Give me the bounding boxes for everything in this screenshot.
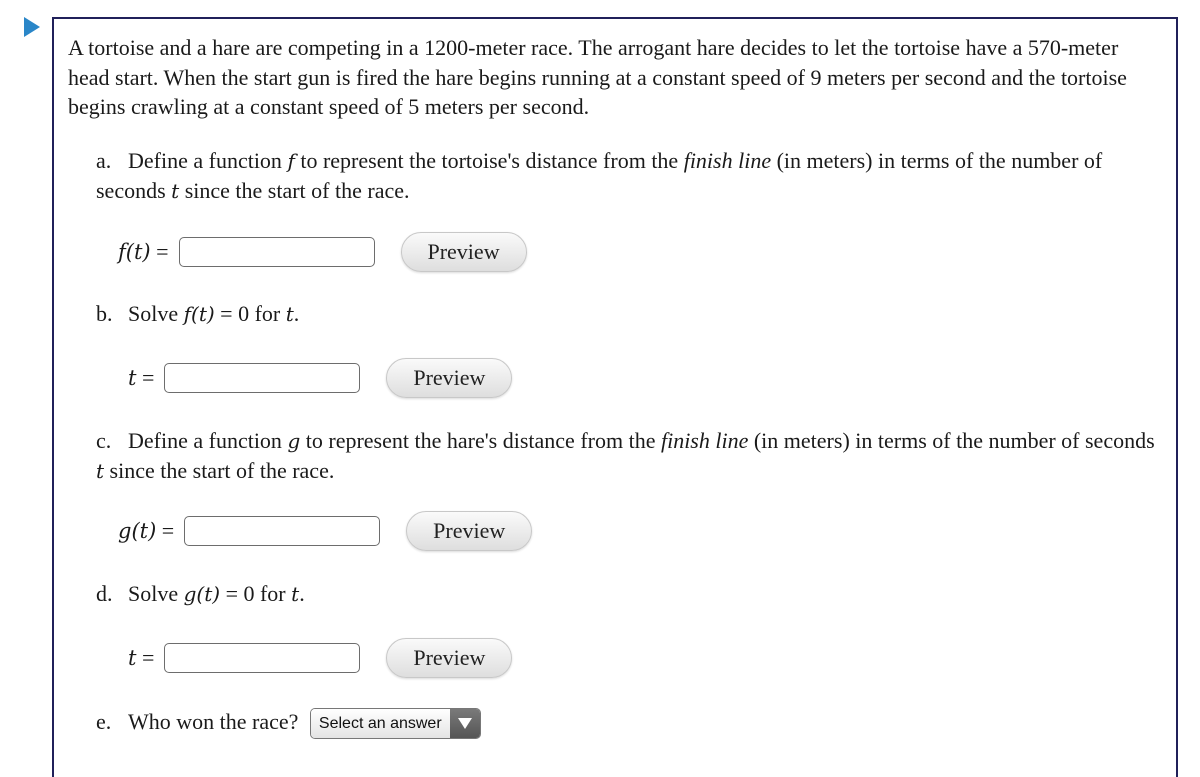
answer-label-g: g(t) = bbox=[118, 518, 174, 544]
part-e-prompt: e. Who won the race? Select an answer bbox=[96, 707, 1156, 740]
g-of-t-expr: g(t) bbox=[183, 582, 221, 606]
part-c-text: to represent the hare's distance from th… bbox=[305, 428, 656, 453]
part-d-prompt: d. Solve g(t) = 0 for t. bbox=[96, 579, 1156, 609]
part-b-text: = 0 for bbox=[220, 301, 281, 326]
emphasis-finish-line: finish line bbox=[660, 428, 749, 453]
var-f: f bbox=[287, 149, 295, 173]
part-e-letter: e. bbox=[96, 709, 112, 734]
t-input-d[interactable] bbox=[164, 643, 361, 673]
var-t: t bbox=[285, 302, 294, 326]
part-e-text: Who won the race? bbox=[128, 709, 299, 734]
answer-label-f: f(t) = bbox=[118, 239, 169, 265]
part-c-answer-row: g(t) = Preview bbox=[118, 511, 533, 551]
dropdown-arrow[interactable] bbox=[449, 709, 480, 739]
equals-sign: = bbox=[156, 239, 169, 264]
period: . bbox=[299, 581, 305, 606]
answer-label-t: t = bbox=[128, 645, 154, 671]
f-of-t-input[interactable] bbox=[178, 237, 375, 267]
winner-select-value[interactable]: Select an answer bbox=[310, 709, 450, 739]
part-a-answer-row: f(t) = Preview bbox=[118, 232, 527, 272]
preview-button-b[interactable]: Preview bbox=[386, 358, 513, 398]
part-a-text: since the start of the race. bbox=[184, 178, 410, 203]
part-b-text: Solve bbox=[128, 301, 179, 326]
part-b-prompt: b. Solve f(t) = 0 for t. bbox=[96, 299, 1156, 329]
equals-sign: = bbox=[141, 645, 155, 670]
t-label: t bbox=[128, 646, 137, 670]
part-a-prompt: a. Define a function f to represent the t… bbox=[96, 146, 1156, 206]
part-a-letter: a. bbox=[96, 148, 112, 173]
equals-sign: = bbox=[141, 365, 155, 390]
part-d-letter: d. bbox=[96, 581, 113, 606]
preview-button-d[interactable]: Preview bbox=[386, 638, 513, 678]
chevron-down-icon bbox=[457, 718, 472, 730]
preview-button-c[interactable]: Preview bbox=[406, 511, 533, 551]
var-g: g bbox=[287, 429, 301, 453]
t-label: t bbox=[128, 366, 137, 390]
part-d-text: = 0 for bbox=[225, 581, 286, 606]
part-c-text: since the start of the race. bbox=[109, 458, 335, 483]
answer-label-t: t = bbox=[128, 365, 154, 391]
preview-button-a[interactable]: Preview bbox=[400, 232, 527, 272]
part-a-text: Define a function bbox=[128, 148, 282, 173]
period: . bbox=[293, 301, 300, 326]
part-c-text: (in meters) in terms of the number of se… bbox=[753, 428, 1155, 453]
var-t: t bbox=[96, 459, 105, 483]
var-t: t bbox=[171, 179, 180, 203]
f-of-t: f(t) bbox=[118, 240, 151, 264]
var-t: t bbox=[291, 582, 300, 606]
equals-sign: = bbox=[161, 518, 175, 543]
f-of-t-expr: f(t) bbox=[183, 302, 215, 326]
part-b-answer-row: t = Preview bbox=[128, 358, 513, 398]
part-d-text: Solve bbox=[128, 581, 179, 606]
part-a-text: to represent the tortoise's distance fro… bbox=[300, 148, 679, 173]
part-c-letter: c. bbox=[96, 428, 112, 453]
t-input-b[interactable] bbox=[164, 363, 361, 393]
winner-select[interactable]: Select an answer bbox=[309, 708, 481, 740]
part-c-prompt: c. Define a function g to represent the h… bbox=[96, 426, 1156, 486]
g-of-t-input[interactable] bbox=[184, 516, 381, 546]
part-c-text: Define a function bbox=[128, 428, 282, 453]
collapse-triangle-icon[interactable] bbox=[24, 17, 40, 37]
part-d-answer-row: t = Preview bbox=[128, 638, 513, 678]
question-box: A tortoise and a hare are competing in a… bbox=[52, 17, 1178, 777]
emphasis-finish-line: finish line bbox=[683, 148, 772, 173]
problem-statement: A tortoise and a hare are competing in a… bbox=[68, 35, 1127, 119]
g-of-t: g(t) bbox=[118, 519, 157, 543]
part-b-letter: b. bbox=[96, 301, 113, 326]
